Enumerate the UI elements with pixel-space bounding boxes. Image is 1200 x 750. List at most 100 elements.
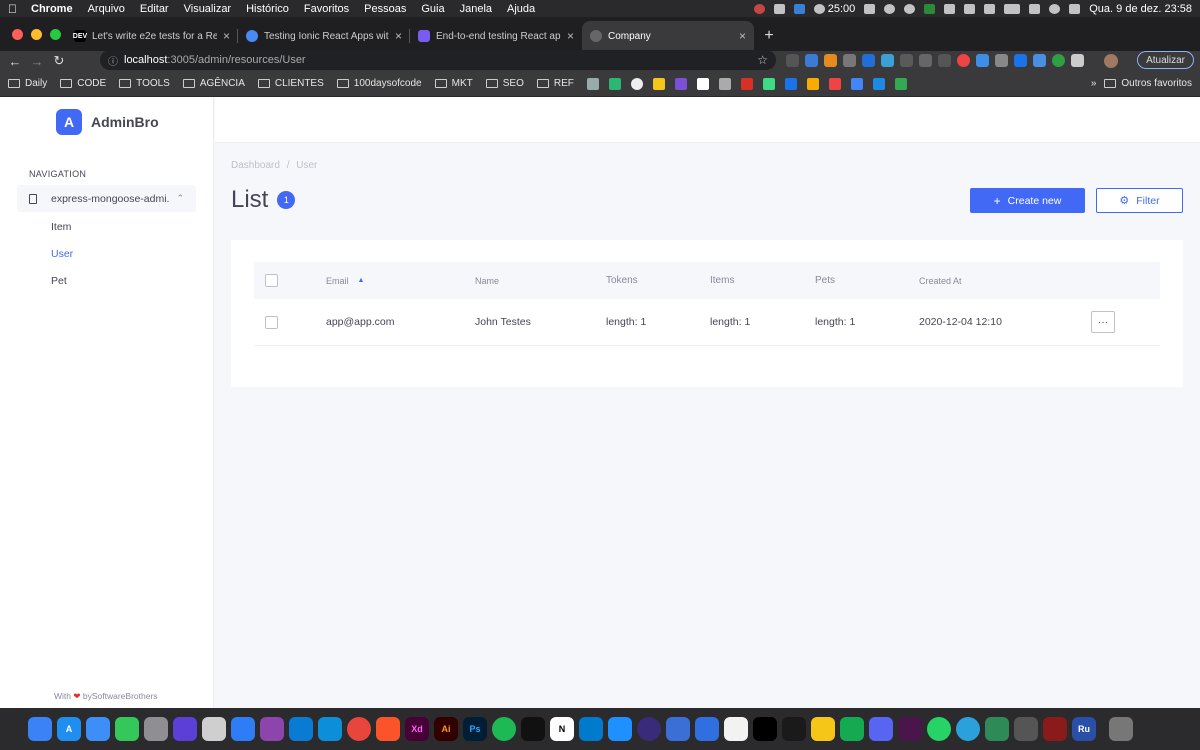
extension-icon[interactable]	[995, 54, 1008, 67]
forward-arrow-icon[interactable]: →	[26, 54, 48, 69]
mongodb-compass-icon[interactable]	[840, 717, 864, 741]
app-icon[interactable]	[666, 717, 690, 741]
close-window-button[interactable]	[12, 29, 23, 40]
search-icon[interactable]	[1049, 3, 1061, 14]
close-tab-icon[interactable]: ×	[567, 29, 574, 43]
bookmark-favicon-icon[interactable]	[652, 77, 665, 90]
address-bar[interactable]: ⓘ localhost :3005/admin/resources/User ☆	[100, 50, 776, 70]
cloud-icon[interactable]	[773, 3, 785, 14]
trello-icon[interactable]	[289, 717, 313, 741]
mail-icon[interactable]	[86, 717, 110, 741]
flag-brazil-icon[interactable]	[924, 3, 936, 14]
things-icon[interactable]	[231, 717, 255, 741]
illustrator-icon[interactable]: Ai	[434, 717, 458, 741]
bookmark-folder[interactable]: TOOLS	[119, 78, 170, 89]
minimize-window-button[interactable]	[31, 29, 42, 40]
table-row[interactable]: app@app.com John Testes length: 1 length…	[254, 299, 1160, 346]
brave-icon[interactable]	[376, 717, 400, 741]
bookmark-folder[interactable]: MKT	[434, 78, 473, 89]
tab-e2e-react[interactable]: End-to-end testing React apps ×	[410, 21, 582, 51]
create-new-button[interactable]: + Create new	[970, 188, 1085, 213]
close-tab-icon[interactable]: ×	[739, 29, 746, 43]
tab-ionic-testing[interactable]: Testing Ionic React Apps with J ×	[238, 21, 410, 51]
profile-avatar[interactable]	[1104, 54, 1118, 68]
breadcrumb-dashboard[interactable]: Dashboard	[231, 160, 280, 171]
grammarly-icon[interactable]	[793, 3, 805, 14]
back-arrow-icon[interactable]: ←	[4, 54, 26, 69]
extension-icon[interactable]	[919, 54, 932, 67]
bookmark-folder[interactable]: 100daysofcode	[336, 78, 422, 89]
tab-company-active[interactable]: Company ×	[582, 21, 754, 51]
bookmark-favicon-icon[interactable]	[608, 77, 621, 90]
menu-historico[interactable]: Histórico	[246, 3, 289, 15]
edge-icon[interactable]	[318, 717, 342, 741]
trash-icon[interactable]	[1109, 717, 1133, 741]
bookmark-folder[interactable]: AGÊNCIA	[182, 78, 245, 89]
bookmark-star-icon[interactable]: ☆	[757, 53, 768, 67]
menu-favoritos[interactable]: Favoritos	[304, 3, 349, 15]
adobe-xd-icon[interactable]: Xd	[405, 717, 429, 741]
extension-icon[interactable]	[843, 54, 856, 67]
extension-icon[interactable]	[1033, 54, 1046, 67]
bookmark-favicon-icon[interactable]	[762, 77, 775, 90]
control-center-icon[interactable]	[1069, 3, 1081, 14]
adminbro-logo[interactable]: A AdminBro	[56, 109, 159, 135]
close-tab-icon[interactable]: ×	[223, 29, 230, 43]
column-header-pets[interactable]: Pets	[815, 262, 835, 299]
xcode-icon[interactable]	[695, 717, 719, 741]
filter-button[interactable]: ⚙ Filter	[1096, 188, 1183, 213]
extension-icon[interactable]	[1052, 54, 1065, 67]
star-app-icon[interactable]	[173, 717, 197, 741]
bluetooth-icon[interactable]	[984, 3, 996, 14]
moon-icon[interactable]	[904, 3, 916, 14]
bookmark-folder[interactable]: REF	[536, 78, 574, 89]
pomodoro-timer[interactable]: 25:00	[813, 3, 855, 15]
bookmark-favicon-icon[interactable]	[630, 77, 643, 90]
bookmark-favicon-icon[interactable]	[740, 77, 753, 90]
window-icon[interactable]	[864, 3, 876, 14]
column-header-email[interactable]: Email ▲	[326, 262, 364, 299]
bookmark-favicon-icon[interactable]	[872, 77, 885, 90]
extension-icon[interactable]	[957, 54, 970, 67]
wifi-icon[interactable]	[1029, 3, 1041, 14]
extension-icon[interactable]	[805, 54, 818, 67]
menu-guia[interactable]: Guia	[421, 3, 444, 15]
bookmark-favicon-icon[interactable]	[806, 77, 819, 90]
app-icon[interactable]	[1043, 717, 1067, 741]
extension-icon[interactable]	[900, 54, 913, 67]
slack-icon[interactable]	[898, 717, 922, 741]
close-tab-icon[interactable]: ×	[395, 29, 402, 43]
extension-icon[interactable]	[1014, 54, 1027, 67]
column-header-created-at[interactable]: Created At	[919, 262, 962, 299]
volume-icon[interactable]	[964, 3, 976, 14]
new-tab-button[interactable]: +	[754, 21, 784, 51]
wave-icon[interactable]	[944, 3, 956, 14]
battery-icon[interactable]	[1004, 3, 1021, 14]
row-actions-menu-button[interactable]: ···	[1091, 311, 1115, 333]
column-header-items[interactable]: Items	[710, 262, 734, 299]
spotify-icon[interactable]	[492, 717, 516, 741]
bookmark-favicon-icon[interactable]	[784, 77, 797, 90]
messages-icon[interactable]	[115, 717, 139, 741]
ru-app-icon[interactable]: Ru	[1072, 717, 1096, 741]
reload-icon[interactable]: ↻	[48, 53, 70, 69]
app-icon[interactable]	[637, 717, 661, 741]
bookmark-favicon-icon[interactable]	[850, 77, 863, 90]
app-store-icon[interactable]: A	[57, 717, 81, 741]
preview-icon[interactable]	[202, 717, 226, 741]
breadcrumb-user[interactable]: User	[296, 160, 317, 171]
chrome-icon[interactable]	[347, 717, 371, 741]
app-icon[interactable]	[724, 717, 748, 741]
extension-icon[interactable]	[976, 54, 989, 67]
tab-dev-article[interactable]: DEV Let's write e2e tests for a Reac ×	[66, 21, 238, 51]
discord-icon[interactable]	[869, 717, 893, 741]
bookmark-favicon-icon[interactable]	[696, 77, 709, 90]
bookmark-favicon-icon[interactable]	[586, 77, 599, 90]
whatsapp-icon[interactable]	[927, 717, 951, 741]
terminal-icon[interactable]	[753, 717, 777, 741]
app-icon[interactable]	[1014, 717, 1038, 741]
row-checkbox[interactable]	[265, 299, 278, 345]
info-icon[interactable]: ⓘ	[108, 53, 118, 68]
menu-visualizar[interactable]: Visualizar	[184, 3, 232, 15]
telegram-icon[interactable]	[956, 717, 980, 741]
